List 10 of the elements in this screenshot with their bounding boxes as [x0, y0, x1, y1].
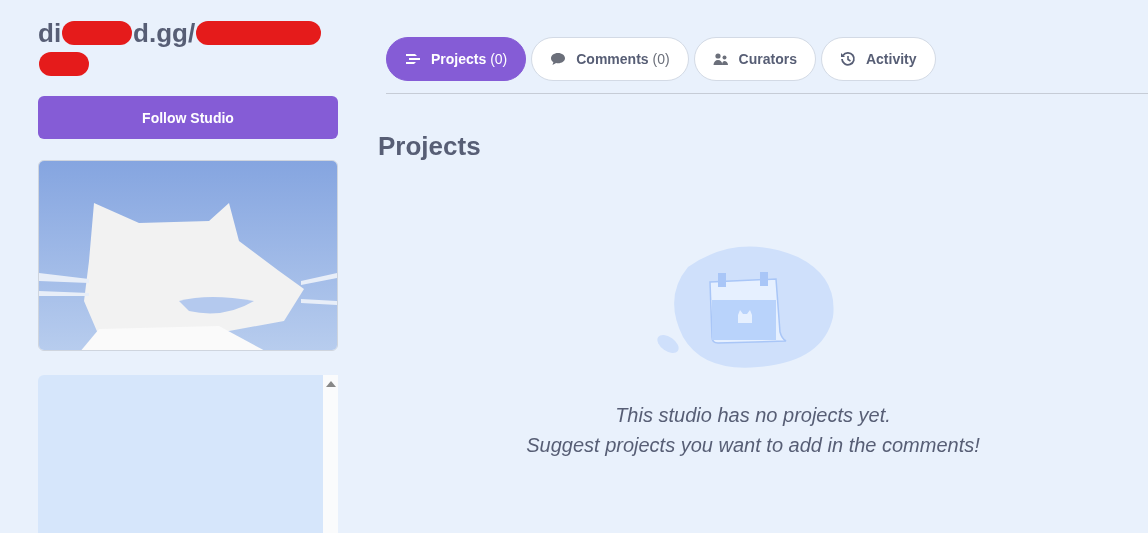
- empty-message: This studio has no projects yet.: [615, 403, 891, 428]
- follow-button[interactable]: Follow Studio: [38, 96, 338, 140]
- studio-title: di: [38, 18, 62, 48]
- empty-message: Suggest projects you want to add in the comments!: [526, 433, 980, 458]
- studio-title: d.gg/: [133, 18, 196, 48]
- tab[interactable]: Comments (0): [531, 37, 689, 81]
- tab[interactable]: Curators: [693, 37, 816, 81]
- tab[interactable]: Projects (0): [386, 37, 527, 81]
- section-heading: Projects: [378, 131, 482, 161]
- tab[interactable]: Activity: [820, 37, 936, 81]
